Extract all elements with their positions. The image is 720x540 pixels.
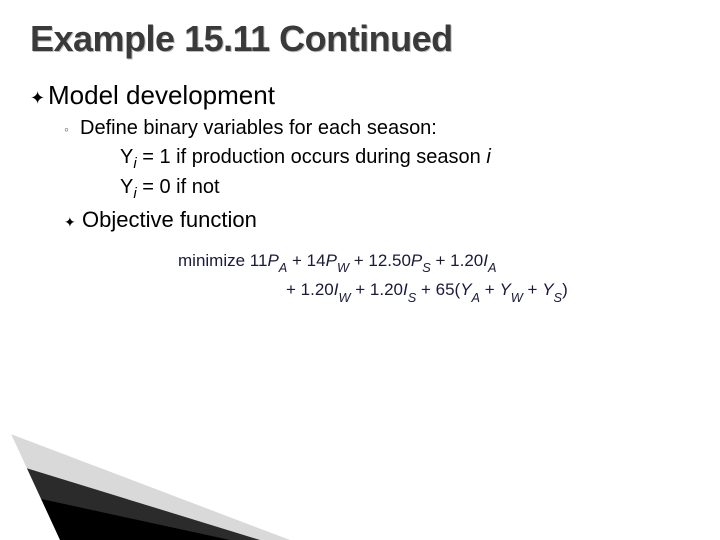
bullet-icon: ✦: [64, 215, 82, 229]
subscript: A: [472, 290, 481, 305]
formula-line-2: + 1.20IW + 1.20IS + 65(YA + YW + YS): [178, 276, 690, 306]
objective-formula: minimize 11PA + 14PW + 12.50PS + 1.20IA …: [178, 247, 690, 307]
bullet-text: Objective function: [82, 207, 257, 233]
var: Y: [460, 280, 471, 299]
term: + 14: [287, 251, 325, 270]
term: + 1.20: [286, 280, 334, 299]
subscript: A: [279, 260, 288, 275]
term: 11: [245, 251, 267, 270]
subscript: S: [422, 260, 431, 275]
eq-text: = 1 if production occurs during season: [137, 146, 487, 168]
definition-yi-1: Yi = 1 if production occurs during seaso…: [120, 144, 690, 174]
definition-yi-0: Yi = 0 if not: [120, 174, 690, 204]
term: +: [523, 280, 542, 299]
subbullet-define: ◦ Define binary variables for each seaso…: [64, 117, 690, 140]
subscript: W: [338, 290, 350, 305]
term: + 1.20: [351, 280, 403, 299]
slide: Example 15.11 Continued ✦ Model developm…: [0, 0, 720, 540]
subbullet-text: Define binary variables for each season:: [80, 117, 437, 140]
term: + 12.50: [349, 251, 411, 270]
term: +: [480, 280, 499, 299]
circle-bullet-icon: ◦: [64, 121, 80, 137]
slide-title: Example 15.11 Continued: [30, 18, 690, 60]
var: P: [326, 251, 337, 270]
subscript: W: [511, 290, 523, 305]
term: ): [562, 280, 568, 299]
var-y: Y: [120, 146, 133, 168]
subscript: W: [337, 260, 349, 275]
bullet-objective: ✦ Objective function: [64, 207, 690, 233]
subscript: S: [408, 290, 417, 305]
var: P: [411, 251, 422, 270]
var: P: [267, 251, 278, 270]
corner-decoration-icon: [0, 410, 340, 540]
subscript: S: [554, 290, 563, 305]
term: + 1.20: [431, 251, 483, 270]
var: Y: [542, 280, 553, 299]
bullet-text: Model development: [48, 80, 275, 111]
formula-line-1: minimize 11PA + 14PW + 12.50PS + 1.20IA: [178, 247, 690, 277]
bullet-model-dev: ✦ Model development: [30, 80, 690, 111]
eq-text: = 0 if not: [137, 176, 220, 198]
subscript: A: [488, 260, 497, 275]
bullet-icon: ✦: [30, 89, 48, 107]
var-y: Y: [120, 176, 133, 198]
var: Y: [499, 280, 510, 299]
term: + 65(: [416, 280, 460, 299]
season-i: i: [486, 146, 490, 168]
minimize-label: minimize: [178, 251, 245, 270]
